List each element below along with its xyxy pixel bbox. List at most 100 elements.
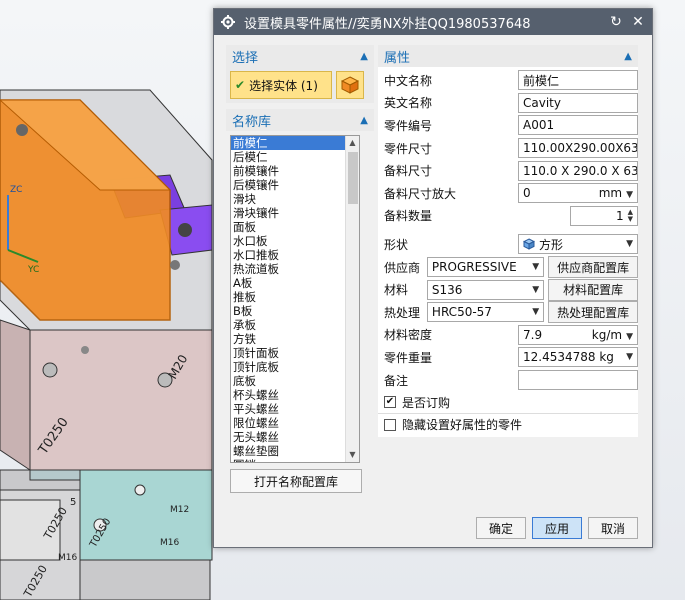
list-item[interactable]: 水口推板 [231,248,345,262]
chinese-name-field[interactable]: 前模仁 [518,70,638,91]
density-value: 7.9 [523,327,543,342]
num5-label: 5 [70,497,76,508]
name-library-list[interactable]: 前模仁 后模仁 前模镶件 后模镶件 滑块 滑块镶件 面板 水口板 水口推板 热流道板 A板 推板 B板承… [230,135,360,463]
stock-enlarge-field[interactable]: 0 mm ▼ [518,183,638,204]
heat-treatment-select[interactable]: HRC50-57 ▼ [426,302,545,323]
list-item[interactable]: 滑块 [231,192,345,206]
stock-enlarge-value: 0 [523,186,531,201]
shape-select[interactable]: 方形 ▼ [518,234,638,255]
heat-treatment-config-button[interactable]: 热处理配置库 [548,301,638,324]
material-config-button[interactable]: 材料配置库 [548,278,638,301]
shape-value: 方形 [539,237,564,252]
properties-form: 中文名称 前模仁 英文名称 Cavity 零件编号 A001 零件尺寸 110.… [378,67,638,438]
supplier-value: PROGRESSIVE [431,260,517,275]
list-item[interactable]: 杯头螺丝 [231,388,345,402]
weight-label: 零件重量 [384,350,433,365]
chevron-down-icon[interactable]: ▼ [532,262,539,272]
yc-axis-label: YC [27,265,39,275]
density-unit: kg/m [591,327,623,342]
density-field[interactable]: 7.9 kg/m ▼ [518,324,638,345]
select-body-button[interactable]: ✔ 选择实体 (1) [230,71,332,99]
chevron-down-icon[interactable]: ▼ [626,332,633,342]
part-size-field[interactable]: 110.00X290.00X63.41 [518,138,638,159]
supplier-config-button[interactable]: 供应商配置库 [548,256,638,279]
cube-icon[interactable] [336,71,364,99]
selection-section-header[interactable]: 选择 ▲ [226,45,374,67]
list-item[interactable]: 前模仁 [231,136,345,150]
heat-treatment-value: HRC50-57 [431,305,492,320]
list-item[interactable]: 顶针面板 [231,346,345,360]
list-item[interactable]: 限位螺丝 [231,416,345,430]
part-no-label: 零件编号 [384,118,433,133]
list-item[interactable]: 后模镶件 [231,178,345,192]
material-label: 材料 [384,283,409,298]
properties-section-header[interactable]: 属性 ▲ [378,45,638,67]
list-item[interactable]: 水口板 [231,234,345,248]
scroll-thumb[interactable] [348,152,358,204]
stock-qty-label: 备料数量 [384,209,433,224]
chevron-down-icon[interactable]: ▼ [532,307,539,317]
list-item[interactable]: 方铁 [231,332,345,346]
left-panel: 选择 ▲ ✔ 选择实体 (1) 名称库 ▲ 前模仁 后模仁 前模镶件 后模镶件 滑块 滑块… [226,45,374,493]
list-item[interactable]: 顶针底板 [231,360,345,374]
open-name-library-button[interactable]: 打开名称配置库 [230,469,362,493]
list-item[interactable]: 承板 [231,318,345,332]
name-library-section-header[interactable]: 名称库 ▲ [226,109,374,131]
part-no-field[interactable]: A001 [518,115,638,136]
list-item[interactable]: 推板 [231,290,345,304]
english-name-field[interactable]: Cavity [518,92,638,113]
part-no-row: 零件编号 A001 [378,114,638,137]
supplier-row: 供应商 PROGRESSIVE ▼ 供应商配置库 [378,256,638,279]
gear-icon[interactable] [220,14,236,30]
dialog-titlebar[interactable]: 设置模具零件属性//奕勇NX外挂QQ1980537648 ↻ ✕ [214,9,652,35]
order-checkbox[interactable]: ✔ [384,396,396,409]
list-item[interactable]: 后模仁 [231,150,345,164]
list-scrollbar[interactable]: ▲ ▼ [345,136,359,462]
name-library-header-label: 名称库 [232,114,272,130]
check-icon: ✔ [235,78,246,92]
note-field[interactable] [518,370,638,391]
heat-treatment-row: 热处理 HRC50-57 ▼ 热处理配置库 [378,301,638,324]
cancel-button[interactable]: 取消 [588,517,638,539]
list-item[interactable]: 前模镶件 [231,164,345,178]
list-item[interactable]: 底板 [231,374,345,388]
chevron-down-icon[interactable]: ▼ [532,285,539,295]
stock-qty-value: 1 [615,208,624,223]
collapse-icon[interactable]: ▲ [360,51,368,62]
apply-button[interactable]: 应用 [532,517,582,539]
material-select[interactable]: S136 ▼ [426,279,545,300]
stock-size-field[interactable]: 110.0 X 290.0 X 63.4 [518,160,638,181]
chinese-name-row: 中文名称 前模仁 [378,69,638,92]
weight-value: 12.4534788 [523,350,596,365]
reset-icon[interactable]: ↻ [608,14,624,30]
collapse-icon[interactable]: ▲ [360,115,368,126]
list-item[interactable]: 滑块镶件 [231,206,345,220]
chevron-down-icon[interactable]: ▼ [626,239,633,249]
scroll-up-icon[interactable]: ▲ [346,136,359,150]
order-checkbox-row[interactable]: ✔ 是否订购 [378,391,638,413]
chevron-down-icon[interactable]: ▼ [626,190,633,200]
list-item[interactable]: 无头螺丝 [231,430,345,444]
stock-size-label: 备料尺寸 [384,164,433,179]
list-item[interactable]: 螺丝垫圈 [231,444,345,458]
supplier-select[interactable]: PROGRESSIVE ▼ [426,257,545,278]
stock-enlarge-row: 备料尺寸放大 0 mm ▼ [378,182,638,205]
list-item[interactable]: A板 [231,276,345,290]
stock-qty-stepper[interactable]: 1 ▲ ▼ [570,205,638,226]
list-item[interactable]: 面板 [231,220,345,234]
scroll-down-icon[interactable]: ▼ [346,448,359,462]
collapse-icon[interactable]: ▲ [624,51,632,62]
select-body-label: 选择实体 (1) [249,78,318,93]
spin-icon[interactable]: ▲ ▼ [628,208,633,223]
list-item[interactable]: B板 [231,304,345,318]
close-icon[interactable]: ✕ [630,14,646,30]
list-item[interactable]: 圆销 [231,458,345,462]
m12-label: M12 [170,505,189,515]
hide-checkbox-row[interactable]: 隐藏设置好属性的零件 [378,413,638,435]
hide-checkbox[interactable] [384,418,396,431]
list-item[interactable]: 热流道板 [231,262,345,276]
list-item[interactable]: 平头螺丝 [231,402,345,416]
chevron-down-icon[interactable]: ▼ [626,352,633,362]
weight-field[interactable]: 12.4534788 kg ▼ [518,347,638,368]
ok-button[interactable]: 确定 [476,517,526,539]
